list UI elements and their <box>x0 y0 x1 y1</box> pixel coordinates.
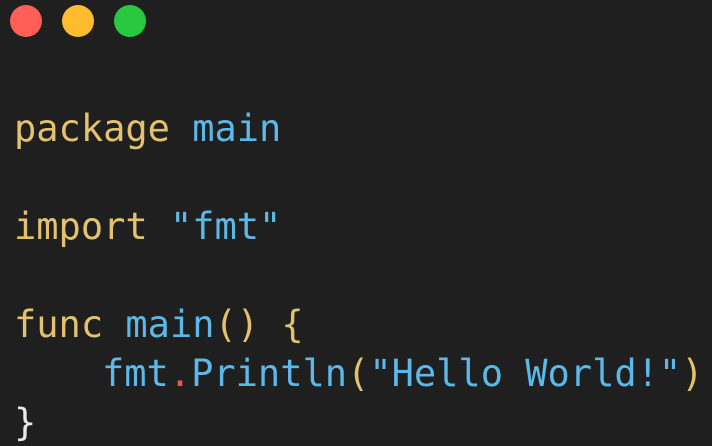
code-line: package main <box>14 104 703 153</box>
code-editor[interactable]: package main import "fmt" func main() {fmt… <box>14 104 703 446</box>
maximize-button[interactable] <box>114 5 146 37</box>
code-line: fmt.Println("Hello World!") <box>14 349 703 398</box>
code-token: ( <box>347 352 370 395</box>
code-line: func main() { <box>14 300 703 349</box>
code-token: fmt <box>102 352 169 395</box>
code-token: import <box>14 205 148 248</box>
code-token: . <box>168 352 192 395</box>
code-token: ) <box>681 352 704 395</box>
code-token: main <box>192 107 282 150</box>
code-token: main <box>125 303 215 346</box>
minimize-button[interactable] <box>62 5 94 37</box>
code-token: package <box>14 107 170 150</box>
code-token: } <box>14 401 37 444</box>
code-line: import "fmt" <box>14 202 703 251</box>
code-line: } <box>14 398 703 446</box>
close-button[interactable] <box>10 5 42 37</box>
code-window: package main import "fmt" func main() {fmt… <box>0 0 712 446</box>
code-token: func <box>14 303 104 346</box>
code-token: Println <box>191 352 348 395</box>
window-controls <box>10 5 146 37</box>
code-token: () <box>214 303 260 346</box>
code-token: { <box>281 303 304 346</box>
code-token: "fmt" <box>169 205 282 248</box>
code-token: "Hello World!" <box>369 352 682 395</box>
